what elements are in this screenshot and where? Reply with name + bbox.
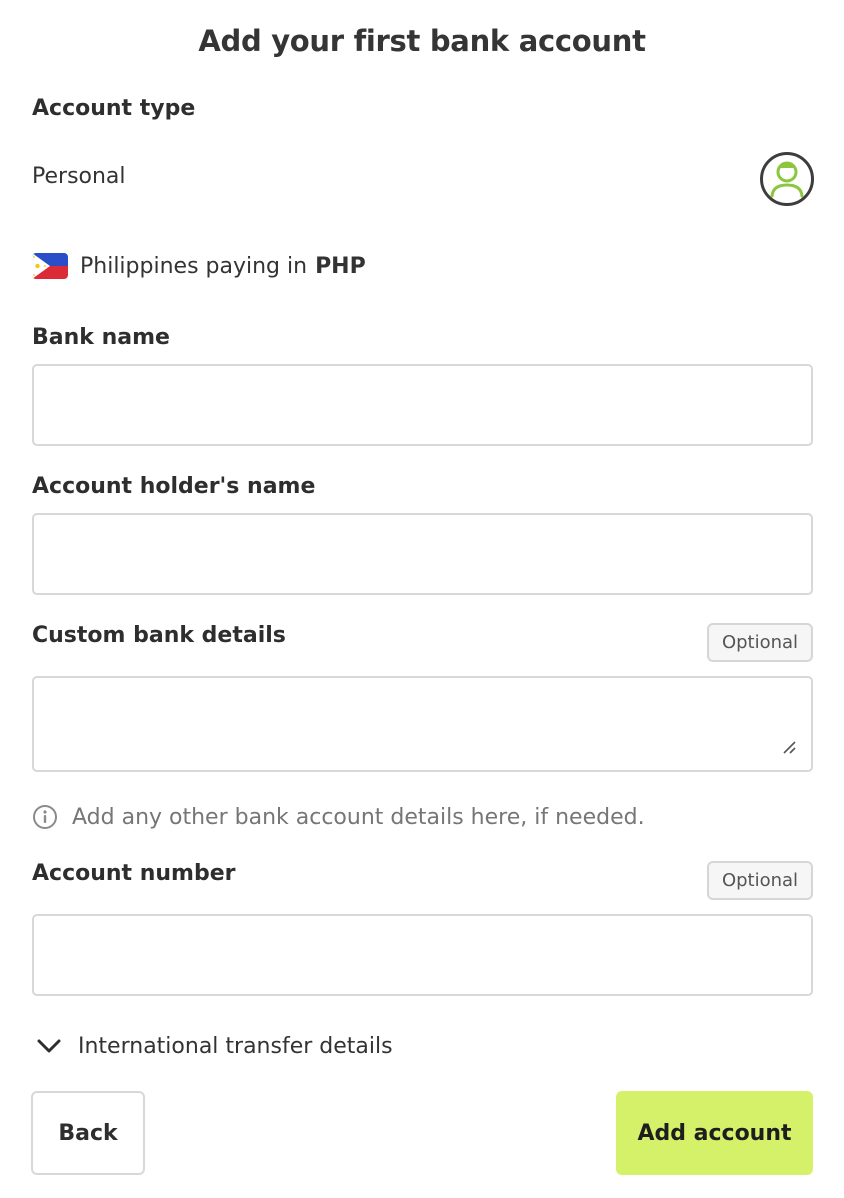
custom-details-helper: Add any other bank account details here,… <box>32 802 645 832</box>
page-title: Add your first bank account <box>198 24 646 58</box>
account-holder-name-input[interactable] <box>32 513 813 595</box>
country-currency-row: Philippines paying in PHP <box>32 251 366 281</box>
optional-badge: Optional <box>707 861 813 900</box>
international-transfer-toggle[interactable]: International transfer details <box>36 1030 393 1062</box>
account-number-label: Account number <box>32 861 236 886</box>
bank-name-label: Bank name <box>32 325 170 350</box>
philippines-flag-icon <box>32 253 68 279</box>
chevron-down-icon <box>37 1039 61 1053</box>
account-holder-name-label: Account holder's name <box>32 474 316 499</box>
custom-bank-details-textarea[interactable] <box>32 676 813 772</box>
resize-handle-icon[interactable] <box>780 738 798 756</box>
account-type-value: Personal <box>32 164 126 189</box>
international-transfer-label: International transfer details <box>78 1033 393 1059</box>
account-type-label: Account type <box>32 96 196 121</box>
user-avatar-icon[interactable] <box>759 151 815 207</box>
add-bank-account-form: Add your first bank account Account type… <box>0 0 844 1198</box>
add-account-button[interactable]: Add account <box>616 1091 813 1175</box>
info-icon <box>33 805 57 829</box>
custom-bank-details-label: Custom bank details <box>32 623 286 648</box>
account-number-input[interactable] <box>32 914 813 996</box>
bank-name-input[interactable] <box>32 364 813 446</box>
country-text: Philippines paying in <box>80 253 308 279</box>
currency-code: PHP <box>315 253 366 279</box>
optional-badge: Optional <box>707 623 813 662</box>
helper-text: Add any other bank account details here,… <box>72 804 645 830</box>
back-button[interactable]: Back <box>31 1091 145 1175</box>
